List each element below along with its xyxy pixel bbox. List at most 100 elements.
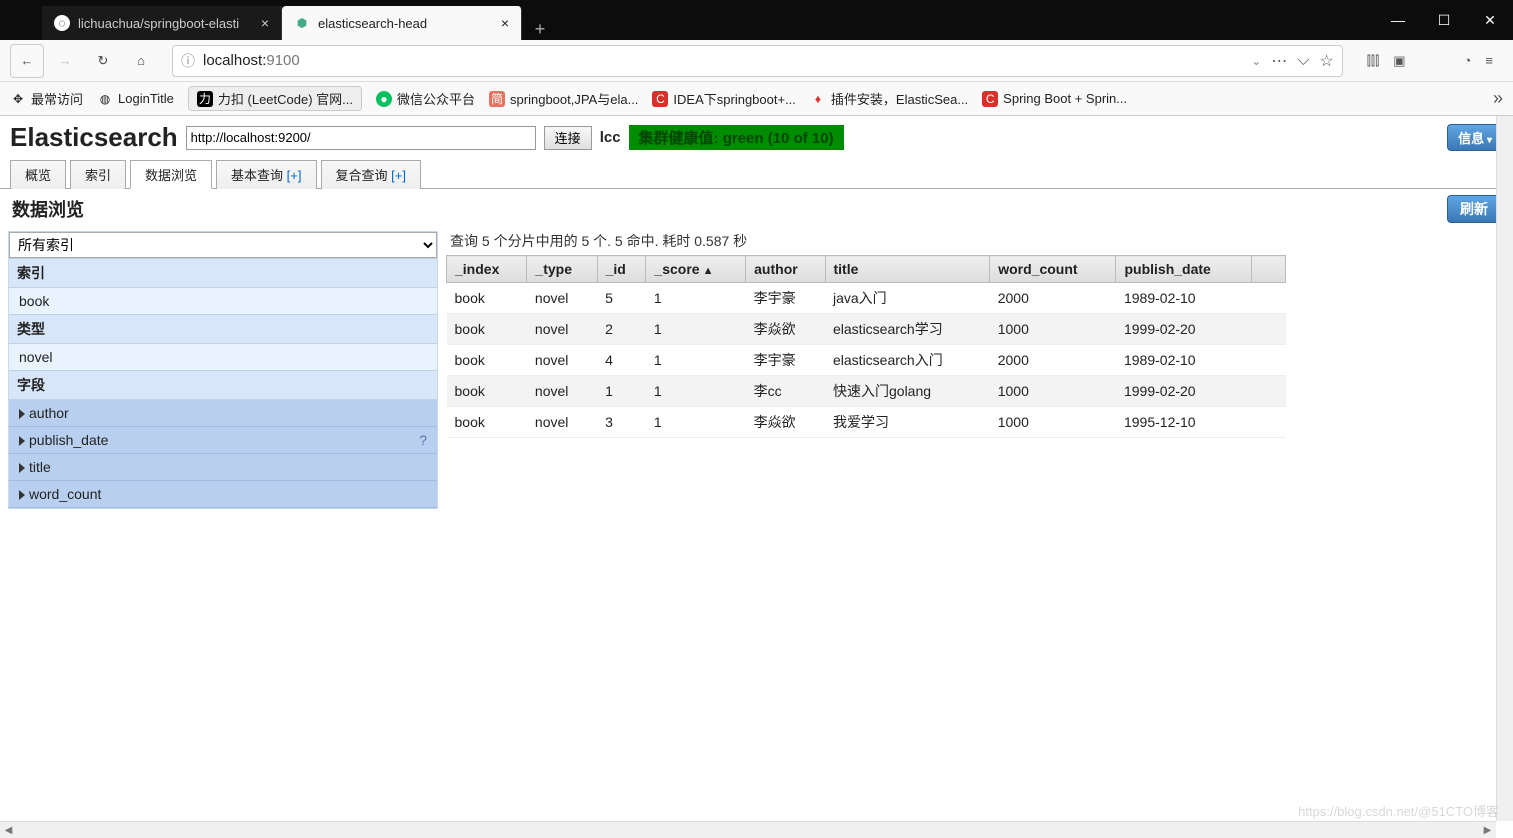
cell-_score: 1 xyxy=(646,314,746,345)
sidebar-header: 字段 xyxy=(9,370,437,400)
results-table: _index_type_id_scoreauthortitleword_coun… xyxy=(446,255,1286,438)
bookmark-idea-springboot[interactable]: CIDEA下springboot+... xyxy=(652,89,795,108)
es-tab-0[interactable]: 概览 xyxy=(10,160,66,189)
leetcode-icon: 力 xyxy=(197,91,213,107)
sidebar-item-author[interactable]: author xyxy=(9,400,437,427)
cell-publish_date: 1995-12-10 xyxy=(1116,407,1252,438)
eshead-icon: ⬢ xyxy=(294,15,310,31)
sidebar-item-publish_date[interactable]: publish_date? xyxy=(9,427,437,454)
col-publish_date[interactable]: publish_date xyxy=(1116,256,1252,283)
sidebar-item-title[interactable]: title xyxy=(9,454,437,481)
results-panel: 查询 5 个分片中用的 5 个. 5 命中. 耗时 0.587 秒 _index… xyxy=(446,231,1505,438)
cell-publish_date: 1989-02-10 xyxy=(1116,283,1252,314)
bookmark-leetcode[interactable]: 力力扣 (LeetCode) 官网... xyxy=(188,86,362,111)
library-icon[interactable]: ⫿⫿⫿ xyxy=(1367,53,1379,69)
help-icon[interactable]: ? xyxy=(419,432,427,448)
cell-_score: 1 xyxy=(646,376,746,407)
es-tab-4[interactable]: 复合查询 [+] xyxy=(321,160,421,189)
browser-tab-0[interactable]: ◌ lichuachua/springboot-elasti × xyxy=(42,6,282,40)
table-row[interactable]: booknovel51李宇豪java入门20001989-02-10 xyxy=(447,283,1286,314)
query-info: 查询 5 个分片中用的 5 个. 5 命中. 耗时 0.587 秒 xyxy=(446,231,1505,255)
cell-_index: book xyxy=(447,314,527,345)
col-word_count[interactable]: word_count xyxy=(990,256,1116,283)
reload-button[interactable]: ↻ xyxy=(86,44,120,78)
close-window-button[interactable]: ✕ xyxy=(1467,0,1513,40)
account-icon[interactable]: ◔ xyxy=(1464,53,1472,68)
col-_type[interactable]: _type xyxy=(527,256,597,283)
cell-_index: book xyxy=(447,283,527,314)
es-tab-2[interactable]: 数据浏览 xyxy=(130,160,212,189)
csdn-icon: C xyxy=(982,91,998,107)
bookmark-springboot-spring[interactable]: CSpring Boot + Sprin... xyxy=(982,91,1127,107)
es-tab-3[interactable]: 基本查询 [+] xyxy=(216,160,316,189)
es-sidebar: 所有索引 索引book类型novel字段authorpublish_date?t… xyxy=(8,231,438,509)
cell-title: elasticsearch学习 xyxy=(825,314,990,345)
table-row[interactable]: booknovel11李cc快速入门golang10001999-02-20 xyxy=(447,376,1286,407)
col-_id[interactable]: _id xyxy=(597,256,646,283)
col-_score[interactable]: _score xyxy=(646,256,746,283)
cell-author: 李焱欲 xyxy=(746,407,825,438)
site-info-icon[interactable]: ⓘ xyxy=(181,51,195,71)
new-tab-button[interactable]: + xyxy=(522,19,558,40)
bookmarks-bar: ✥最常访问 ◍LoginTitle 力力扣 (LeetCode) 官网... ●… xyxy=(0,82,1513,116)
sidebar-item-word_count[interactable]: word_count xyxy=(9,481,437,508)
es-header: Elasticsearch 连接 lcc 集群健康值: green (10 of… xyxy=(0,116,1513,159)
close-icon[interactable]: × xyxy=(261,15,269,31)
bookmark-most-visited[interactable]: ✥最常访问 xyxy=(10,89,83,108)
bookmark-plugin-es[interactable]: ♦插件安装，ElasticSea... xyxy=(810,89,968,108)
arrow-right-icon xyxy=(19,490,25,500)
horizontal-scrollbar[interactable]: ◀ ▶ xyxy=(0,821,1496,838)
pocket-icon[interactable]: ⌵ xyxy=(1297,52,1309,70)
scroll-right-icon[interactable]: ▶ xyxy=(1479,822,1496,838)
refresh-button[interactable]: 刷新 xyxy=(1447,195,1501,223)
minimize-button[interactable]: — xyxy=(1375,0,1421,40)
cell-word_count: 1000 xyxy=(990,314,1116,345)
bookmark-wechat[interactable]: ●微信公众平台 xyxy=(376,89,475,108)
home-button[interactable]: ⌂ xyxy=(124,44,158,78)
more-icon[interactable]: ⋯ xyxy=(1271,51,1287,71)
table-row[interactable]: booknovel21李焱欲elasticsearch学习10001999-02… xyxy=(447,314,1286,345)
col-author[interactable]: author xyxy=(746,256,825,283)
table-row[interactable]: booknovel31李焱欲我爱学习10001995-12-10 xyxy=(447,407,1286,438)
cell-_type: novel xyxy=(527,345,597,376)
back-button[interactable]: ← xyxy=(10,44,44,78)
browser-tab-1[interactable]: ⬢ elasticsearch-head × xyxy=(282,6,522,40)
info-button[interactable]: 信息 xyxy=(1447,124,1503,151)
cell-_score: 1 xyxy=(646,407,746,438)
chevron-down-icon[interactable]: ⌄ xyxy=(1251,54,1261,68)
sidebar-item-book[interactable]: book xyxy=(9,288,437,314)
bookmark-login[interactable]: ◍LoginTitle xyxy=(97,91,174,107)
url-text: localhost:9100 xyxy=(203,52,1243,69)
col-spacer xyxy=(1252,256,1286,283)
globe-icon: ◍ xyxy=(97,91,113,107)
maximize-button[interactable]: ☐ xyxy=(1421,0,1467,40)
cluster-name: lcc xyxy=(600,129,621,146)
tab-title: lichuachua/springboot-elasti xyxy=(78,16,239,31)
page-title: 数据浏览 xyxy=(12,196,84,222)
cell-_score: 1 xyxy=(646,283,746,314)
index-select[interactable]: 所有索引 xyxy=(9,232,437,258)
forward-button[interactable]: → xyxy=(48,44,82,78)
vertical-scrollbar[interactable] xyxy=(1496,116,1513,821)
bookmark-springboot-jpa[interactable]: 简springboot,JPA与ela... xyxy=(489,89,638,108)
col-title[interactable]: title xyxy=(825,256,990,283)
table-row[interactable]: booknovel41李宇豪elasticsearch入门20001989-02… xyxy=(447,345,1286,376)
sidebar-item-novel[interactable]: novel xyxy=(9,344,437,370)
page-content: Elasticsearch 连接 lcc 集群健康值: green (10 of… xyxy=(0,116,1513,838)
watermark: https://blog.csdn.net/@51CTO博客 xyxy=(1298,801,1499,820)
scroll-left-icon[interactable]: ◀ xyxy=(0,822,17,838)
menu-icon[interactable]: ≡ xyxy=(1485,53,1493,68)
cell-author: 李宇豪 xyxy=(746,283,825,314)
url-field[interactable]: ⓘ localhost:9100 ⌄ ⋯ ⌵ ☆ xyxy=(172,45,1343,77)
close-icon[interactable]: × xyxy=(501,15,509,31)
sidebar-icon[interactable]: ▣ xyxy=(1393,53,1405,69)
col-_index[interactable]: _index xyxy=(447,256,527,283)
cell-publish_date: 1999-02-20 xyxy=(1116,314,1252,345)
browser-title-bar: ◌ lichuachua/springboot-elasti × ⬢ elast… xyxy=(0,0,1513,40)
es-tab-1[interactable]: 索引 xyxy=(70,160,126,189)
bookmarks-overflow-icon[interactable]: » xyxy=(1493,88,1503,109)
connection-url-input[interactable] xyxy=(186,126,536,150)
connect-button[interactable]: 连接 xyxy=(544,126,592,150)
bookmark-star-icon[interactable]: ☆ xyxy=(1319,51,1333,71)
browser-url-bar: ← → ↻ ⌂ ⓘ localhost:9100 ⌄ ⋯ ⌵ ☆ ⫿⫿⫿ ▣ ◔… xyxy=(0,40,1513,82)
